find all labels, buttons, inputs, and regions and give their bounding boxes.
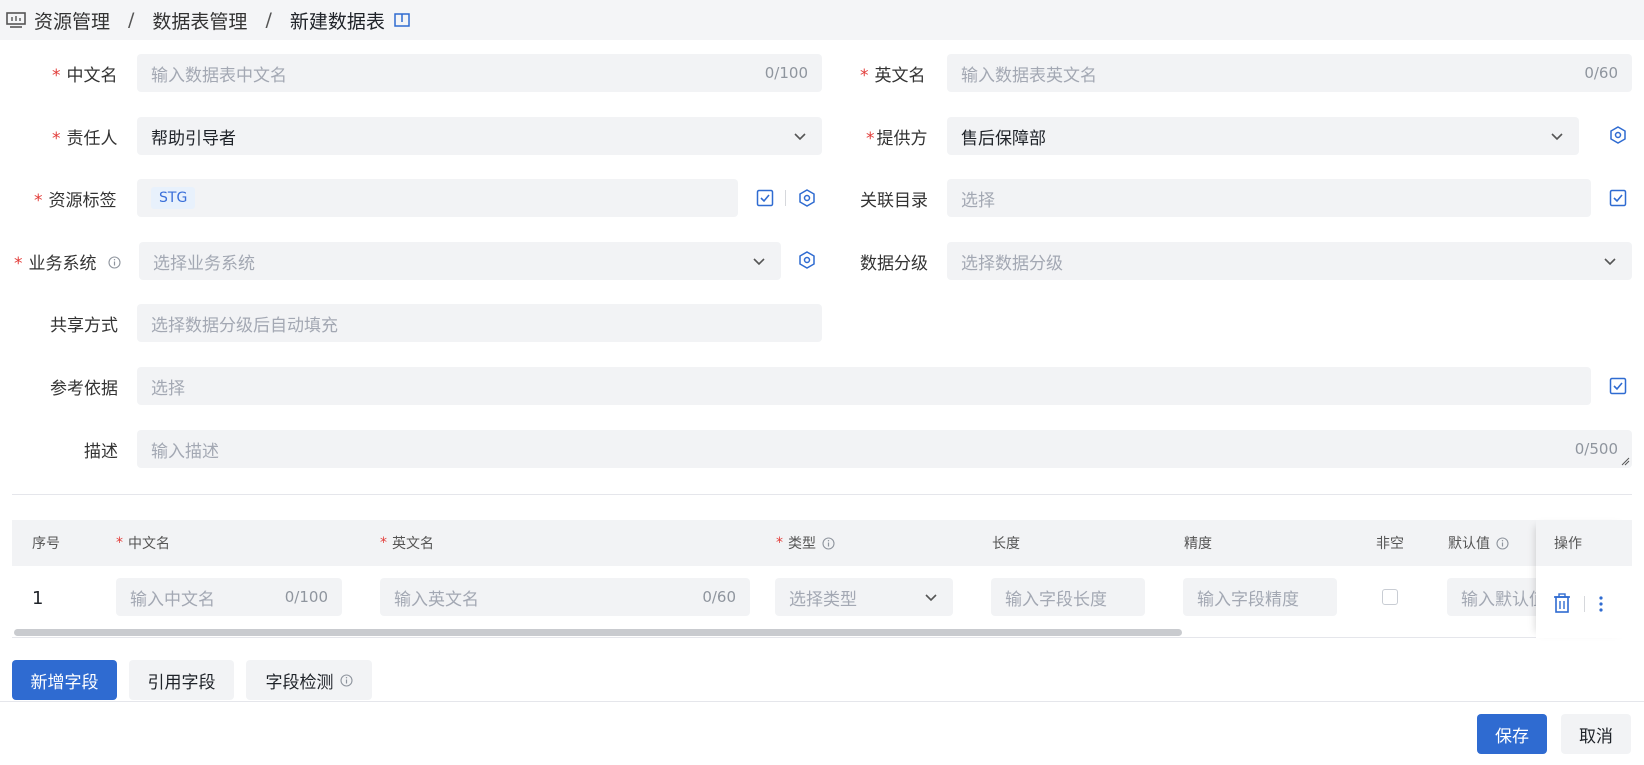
chevron-down-icon	[1551, 133, 1563, 141]
en-name-input[interactable]: 输入数据表英文名 0/60	[947, 54, 1632, 92]
owner-label: * 责任人	[52, 129, 118, 149]
more-vertical-icon[interactable]	[1598, 595, 1604, 613]
scrollbar-thumb[interactable]	[14, 629, 1182, 636]
divider	[1584, 596, 1585, 612]
settings-hex-icon[interactable]	[797, 188, 817, 208]
char-count: 0/60	[1584, 64, 1618, 82]
char-count: 0/100	[764, 64, 808, 82]
row-index: 1	[32, 588, 44, 609]
checkbox-select-icon[interactable]	[1608, 188, 1628, 208]
footer-divider	[0, 701, 1644, 702]
row-precision-input[interactable]: 输入字段精度	[1183, 578, 1337, 616]
info-icon[interactable]	[1496, 536, 1509, 550]
provider-label: * 提供方	[866, 129, 928, 149]
reference-label: 参考依据	[50, 379, 118, 399]
breadcrumb-item-resource[interactable]: 资源管理	[34, 7, 110, 34]
owner-select[interactable]: 帮助引导者	[137, 117, 822, 155]
col-default: 默认值	[1448, 520, 1509, 566]
catalog-label: 关联目录	[860, 191, 928, 211]
reference-input[interactable]: 选择	[137, 367, 1591, 405]
chevron-down-icon	[794, 133, 806, 141]
data-level-select[interactable]: 选择数据分级	[947, 242, 1632, 280]
resize-handle-icon[interactable]	[1620, 456, 1630, 466]
settings-hex-icon[interactable]	[797, 250, 817, 270]
add-field-button[interactable]: 新增字段	[12, 660, 117, 700]
chevron-down-icon	[1604, 258, 1616, 266]
biz-system-select[interactable]: 选择业务系统	[139, 242, 781, 280]
col-en-name: * 英文名	[380, 535, 434, 552]
cn-name-label: * 中文名	[52, 66, 118, 86]
col-precision: 精度	[1184, 536, 1212, 552]
row-not-null-checkbox[interactable]	[1382, 589, 1398, 605]
trash-icon[interactable]	[1553, 593, 1571, 613]
col-index: 序号	[32, 536, 60, 552]
resource-tag-label: * 资源标签	[34, 191, 117, 211]
breadcrumb-item-tables[interactable]: 数据表管理	[152, 7, 247, 34]
col-cn-name: * 中文名	[116, 535, 170, 552]
en-name-label: * 英文名	[860, 66, 926, 86]
horizontal-scrollbar[interactable]	[12, 628, 1536, 636]
char-count: 0/60	[702, 588, 736, 606]
char-count: 0/500	[1574, 440, 1618, 458]
resource-tag-chip[interactable]: STG	[151, 187, 196, 209]
data-level-label: 数据分级	[860, 254, 928, 274]
reference-field-button[interactable]: 引用字段	[129, 660, 234, 700]
row-length-input[interactable]: 输入字段长度	[991, 578, 1145, 616]
description-textarea[interactable]: 输入描述 0/500	[137, 430, 1632, 468]
chevron-down-icon	[925, 594, 937, 602]
monitor-icon	[6, 12, 26, 28]
fields-table-header: 序号 * 中文名 * 英文名 * 类型 长度 精度 非空 默认值	[12, 520, 1632, 566]
field-check-button[interactable]: 字段检测	[246, 660, 372, 700]
biz-system-label: * 业务系统	[14, 249, 121, 274]
settings-hex-icon[interactable]	[1608, 125, 1628, 145]
catalog-input[interactable]: 选择	[947, 179, 1591, 217]
share-mode-input: 选择数据分级后自动填充	[137, 304, 822, 342]
col-length: 长度	[992, 536, 1020, 552]
info-icon[interactable]	[108, 256, 121, 269]
page-title: 新建数据表	[289, 10, 385, 33]
divider	[785, 190, 786, 206]
row-en-name-input[interactable]: 输入英文名 0/60	[380, 578, 750, 616]
resource-tag-input[interactable]: STG	[137, 179, 738, 217]
info-icon	[339, 673, 353, 687]
row-type-select[interactable]: 选择类型	[775, 578, 953, 616]
chevron-down-icon	[753, 258, 765, 266]
col-not-null: 非空	[1376, 536, 1404, 552]
actions-column: 操作	[1536, 520, 1632, 638]
row-cn-name-input[interactable]: 输入中文名 0/100	[116, 578, 342, 616]
cancel-button[interactable]: 取消	[1561, 714, 1631, 754]
breadcrumb-separator: /	[265, 9, 272, 31]
checkbox-select-icon[interactable]	[1608, 376, 1628, 396]
share-mode-label: 共享方式	[50, 316, 118, 336]
save-button[interactable]: 保存	[1477, 714, 1547, 754]
section-divider	[12, 494, 1632, 495]
info-icon[interactable]	[822, 536, 835, 550]
description-label: 描述	[84, 442, 118, 462]
breadcrumb-separator: /	[128, 9, 135, 31]
breadcrumb: 资源管理 / 数据表管理 / 新建数据表	[0, 0, 1644, 40]
char-count: 0/100	[284, 588, 328, 606]
cn-name-input[interactable]: 输入数据表中文名 0/100	[137, 54, 822, 92]
checkbox-select-icon[interactable]	[755, 188, 775, 208]
col-actions: 操作	[1536, 520, 1632, 566]
col-type: * 类型	[776, 520, 835, 566]
provider-select[interactable]: 售后保障部	[947, 117, 1579, 155]
book-icon[interactable]	[393, 11, 411, 29]
